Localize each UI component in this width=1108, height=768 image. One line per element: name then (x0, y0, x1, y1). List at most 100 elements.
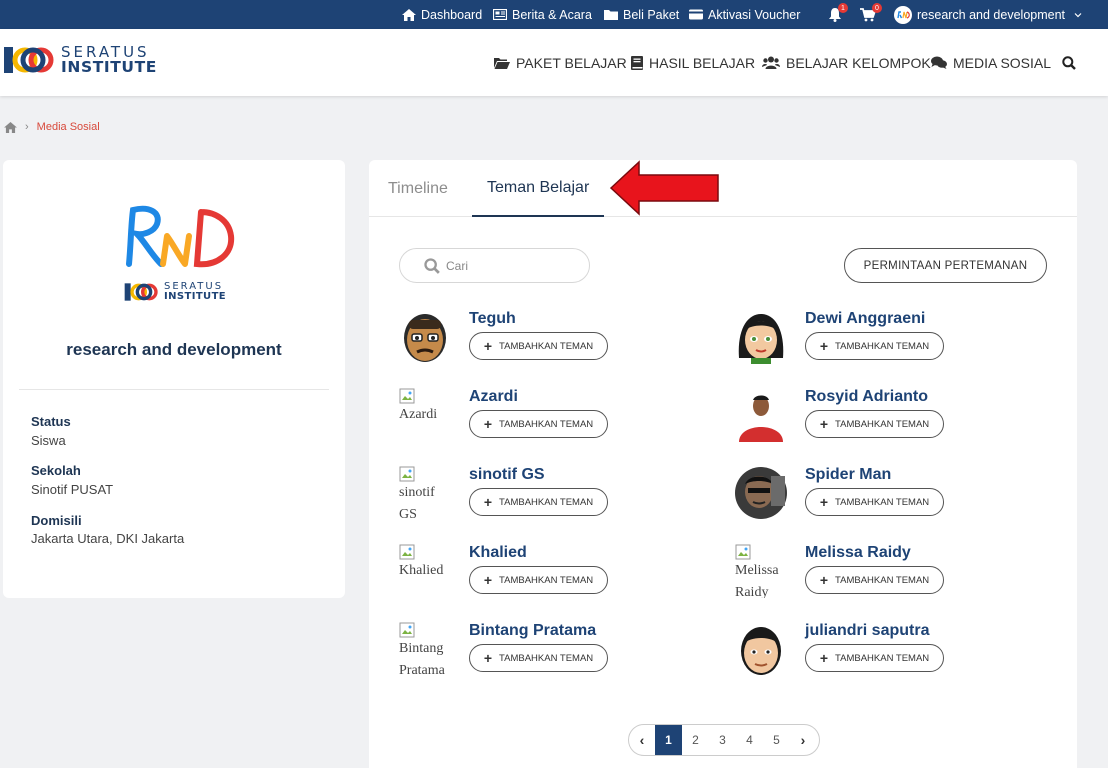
broken-image-icon (735, 544, 751, 560)
tab-timeline[interactable]: Timeline (388, 160, 448, 217)
add-friend-button[interactable]: + TAMBAHKAN TEMAN (469, 332, 608, 360)
nav-hasil-label: HASIL BELAJAR (649, 54, 756, 71)
folder-icon (604, 10, 618, 20)
avatar[interactable] (735, 622, 787, 676)
add-friend-button[interactable]: + TAMBAHKAN TEMAN (805, 488, 944, 516)
add-friend-button[interactable]: + TAMBAHKAN TEMAN (805, 644, 944, 672)
add-friend-button[interactable]: + TAMBAHKAN TEMAN (805, 410, 944, 438)
add-friend-label: TAMBAHKAN TEMAN (835, 418, 930, 430)
friend-name[interactable]: juliandri saputra (805, 622, 929, 640)
profile-logo-text: SERATUS INSTITUTE (164, 282, 226, 302)
plus-icon: + (483, 416, 493, 432)
dashboard-label: Dashboard (421, 7, 483, 22)
nav-paket-belajar[interactable]: PAKET BELAJAR (494, 29, 627, 96)
seratus-logo[interactable]: SERATUS INSTITUTE (4, 45, 157, 76)
plus-icon: + (483, 494, 493, 510)
plus-icon: + (819, 338, 829, 354)
plus-icon: + (819, 650, 829, 666)
status-value: Siswa (31, 433, 66, 448)
friend-name[interactable]: Dewi Anggraeni (805, 310, 925, 328)
friend-name[interactable]: Bintang Pratama (469, 622, 596, 640)
avatar[interactable]: Khalied (399, 544, 451, 598)
friend-card: Melissa Raidy Melissa Raidy + TAMBAHKAN T… (735, 544, 1055, 604)
main-header: SERATUS INSTITUTE PAKET BELAJAR HASIL BE… (0, 29, 1108, 96)
home-icon (402, 8, 416, 21)
avatar[interactable]: Azardi (399, 388, 451, 442)
page-4[interactable]: 4 (736, 725, 763, 755)
friend-card: Rosyid Adrianto + TAMBAHKAN TEMAN (735, 388, 1055, 448)
avatar[interactable]: Bintang Pratama (399, 622, 451, 676)
friend-search-input[interactable] (446, 258, 576, 273)
rnd-mini-logo-icon (895, 6, 911, 23)
notification-count-badge: 1 (838, 3, 848, 13)
avatar-alt-text: sinotif GS (399, 485, 435, 520)
avatar-alt-text: Bintang Pratama (399, 641, 445, 676)
search-icon (424, 257, 440, 274)
plus-icon: + (819, 494, 829, 510)
tab-teman-belajar[interactable]: Teman Belajar (472, 160, 605, 217)
avatar[interactable] (399, 310, 451, 364)
home-icon[interactable] (4, 121, 17, 133)
berita-link[interactable]: Berita & Acara (493, 0, 592, 29)
comments-icon (931, 56, 947, 69)
avatar[interactable] (735, 388, 787, 442)
avatar[interactable]: sinotif GS (399, 466, 451, 520)
add-friend-button[interactable]: + TAMBAHKAN TEMAN (805, 332, 944, 360)
avatar[interactable] (735, 466, 787, 520)
domisili-value: Jakarta Utara, DKI Jakarta (31, 531, 185, 546)
nav-media-sosial[interactable]: MEDIA SOSIAL (931, 29, 1051, 96)
friend-name[interactable]: Azardi (469, 388, 518, 406)
user-avatar (894, 5, 912, 24)
page-5[interactable]: 5 (763, 725, 790, 755)
plus-icon: + (483, 572, 493, 588)
profile-card: SERATUS INSTITUTE research and developme… (3, 160, 345, 598)
broken-image-icon (399, 466, 415, 482)
friend-name[interactable]: Rosyid Adrianto (805, 388, 928, 406)
friend-card: Bintang Pratama Bintang Pratama + TAMBAHK… (399, 622, 719, 682)
pagination-next[interactable]: › (790, 725, 816, 755)
avatar-alt-text: Khalied (399, 563, 444, 578)
header-search-button[interactable] (1062, 29, 1076, 96)
friend-name[interactable]: Spider Man (805, 466, 891, 484)
friend-name[interactable]: sinotif GS (469, 466, 545, 484)
avatar-alt-text: Azardi (399, 407, 438, 422)
friend-requests-button[interactable]: PERMINTAAN PERTEMANAN (844, 248, 1047, 283)
friend-card: sinotif GS sinotif GS + TAMBAHKAN TEMAN (399, 466, 719, 526)
friend-name[interactable]: Teguh (469, 310, 516, 328)
folder-open-icon (494, 57, 510, 69)
profile-logo-line2: INSTITUTE (164, 291, 227, 302)
add-friend-button[interactable]: + TAMBAHKAN TEMAN (469, 644, 608, 672)
friend-card: Azardi Azardi + TAMBAHKAN TEMAN (399, 388, 719, 448)
beli-paket-link[interactable]: Beli Paket (604, 0, 679, 29)
add-friend-button[interactable]: + TAMBAHKAN TEMAN (805, 566, 944, 594)
pagination-prev[interactable]: ‹ (629, 725, 655, 755)
add-friend-button[interactable]: + TAMBAHKAN TEMAN (469, 410, 608, 438)
cart-button[interactable]: 0 (860, 0, 882, 29)
add-friend-label: TAMBAHKAN TEMAN (499, 496, 594, 508)
user-menu[interactable]: research and development (894, 0, 1082, 29)
chevron-down-icon (1074, 12, 1082, 17)
add-friend-button[interactable]: + TAMBAHKAN TEMAN (469, 488, 608, 516)
breadcrumb-current: Media Sosial (36, 121, 100, 133)
newspaper-icon (493, 9, 507, 20)
dashboard-link[interactable]: Dashboard (402, 0, 482, 29)
add-friend-label: TAMBAHKAN TEMAN (499, 418, 594, 430)
plus-icon: + (483, 338, 493, 354)
page-1[interactable]: 1 (655, 725, 682, 755)
friend-search-box[interactable] (399, 248, 590, 283)
page-3[interactable]: 3 (709, 725, 736, 755)
nav-belajar-kelompok[interactable]: BELAJAR KELOMPOK (762, 29, 931, 96)
friend-name[interactable]: Melissa Raidy (805, 544, 911, 562)
avatar-alt-text: Melissa Raidy (735, 563, 779, 598)
aktivasi-link[interactable]: Aktivasi Voucher (689, 0, 800, 29)
add-friend-button[interactable]: + TAMBAHKAN TEMAN (469, 566, 608, 594)
page-2[interactable]: 2 (682, 725, 709, 755)
sekolah-value: Sinotif PUSAT (31, 482, 114, 497)
avatar[interactable] (735, 310, 787, 364)
nav-hasil-belajar[interactable]: HASIL BELAJAR (631, 29, 755, 96)
avatar[interactable]: Melissa Raidy (735, 544, 787, 598)
notification-button[interactable]: 1 (828, 0, 848, 29)
profile-divider (19, 389, 329, 390)
nav-paket-label: PAKET BELAJAR (516, 54, 627, 71)
friend-name[interactable]: Khalied (469, 544, 527, 562)
